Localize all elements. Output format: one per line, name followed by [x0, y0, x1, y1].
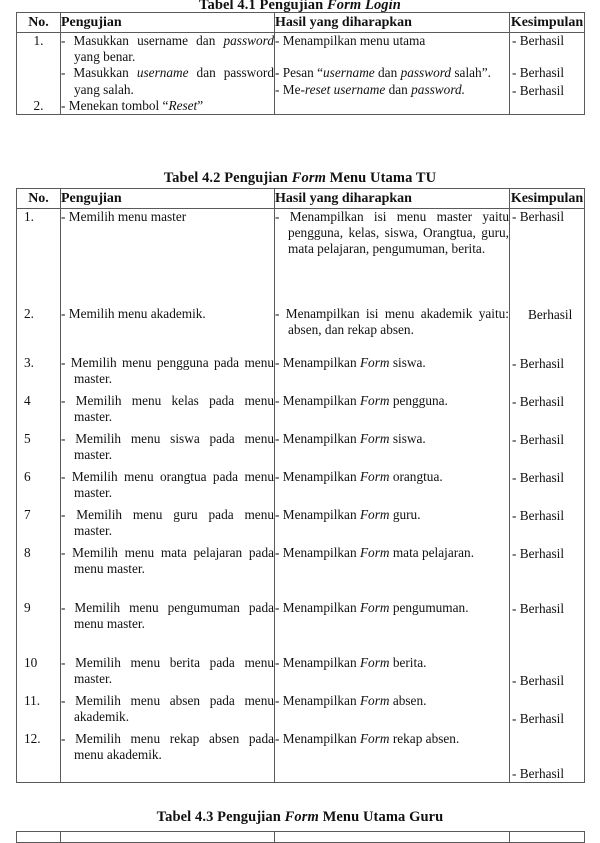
table-4-3	[16, 831, 585, 843]
caption-4-2-prefix: Tabel 4.2 Pengujian	[163, 170, 292, 186]
pengujian-block-8: - Memilih menu mata pelajaran pada menu …	[61, 545, 274, 577]
pengujian-block-11: - Memilih menu absen pada menu akademik.	[61, 693, 274, 725]
caption-4-3-italic: Form	[284, 809, 319, 825]
pengujian-block-6: - Memilih menu orangtua pada menu master…	[61, 469, 274, 501]
caption-4-3-suffix: Menu Utama Guru	[318, 809, 444, 825]
no-block-5: 5	[24, 431, 31, 446]
pengujian-line-2: - Masukkan username dan password yang sa…	[61, 65, 274, 97]
no-block-8: 8	[24, 545, 31, 560]
th-kesimpulan: Kesimpulan	[509, 12, 585, 33]
cell-hasil: - Menampilkan isi menu master yaitu peng…	[274, 207, 510, 784]
kesimpulan-2: - Berhasil	[512, 65, 565, 81]
hasil-block-4: - Menampilkan Form pengguna.	[275, 393, 448, 408]
cell-hasil: - Menampilkan menu utama - Pesan “userna…	[274, 31, 510, 116]
kesimpulan-3: - Berhasil	[512, 82, 565, 98]
hasil-block-10: - Menampilkan Form berita.	[275, 655, 427, 670]
cell-no	[16, 831, 61, 843]
pengujian-block-1: - Memilih menu master	[61, 209, 187, 224]
no-block-12: 12.	[24, 731, 41, 746]
cell-no: 1. 2.	[16, 31, 61, 116]
cell-hasil	[274, 831, 510, 843]
cell-pengujian: - Masukkan username dan password yang be…	[60, 31, 275, 116]
table-row: 1. 2. 3. 4 5 6 7 8 9 10 11. 12. - Memili…	[16, 207, 585, 784]
kesimpulan-block-6: - Berhasil	[512, 470, 565, 485]
th-pengujian: Pengujian	[60, 188, 275, 209]
table-4-1: No. Pengujian Hasil yang diharapkan Kesi…	[16, 12, 585, 116]
cell-kesimpulan: - Berhasil - Berhasil - Berhasil	[509, 31, 585, 116]
hasil-block-12: - Menampilkan Form rekap absen.	[275, 731, 460, 746]
kesimpulan-block-5: - Berhasil	[512, 432, 565, 447]
pengujian-block-9: - Memilih menu pengumuman pada menu mast…	[61, 600, 274, 632]
pengujian-block-7: - Memilih menu guru pada menu master.	[61, 507, 274, 539]
th-hasil: Hasil yang diharapkan	[274, 12, 510, 33]
no-block-3: 3.	[24, 355, 34, 370]
hasil-block-11: - Menampilkan Form absen.	[275, 693, 427, 708]
cell-pengujian: - Memilih menu master - Memilih menu aka…	[60, 207, 275, 784]
cell-pengujian	[60, 831, 275, 843]
cell-kesimpulan	[509, 831, 585, 843]
th-kesimpulan: Kesimpulan	[509, 188, 585, 209]
hasil-line-3: - Me-reset username dan password.	[275, 81, 465, 97]
row-number-2: 2.	[33, 97, 44, 113]
hasil-block-3: - Menampilkan Form siswa.	[275, 355, 426, 370]
caption-4-2-italic: Form	[291, 170, 326, 186]
kesimpulan-block-3: - Berhasil	[512, 356, 565, 371]
table-row	[16, 831, 585, 843]
pengujian-block-10: - Memilih menu berita pada menu master.	[61, 655, 274, 687]
kesimpulan-1: - Berhasil	[512, 33, 565, 48]
no-block-1: 1.	[24, 209, 34, 224]
cell-kesimpulan: - Berhasil Berhasil - Berhasil - Berhasi…	[509, 207, 585, 784]
pengujian-block-5: - Memilih menu siswa pada menu master.	[61, 431, 274, 463]
kesimpulan-block-4: - Berhasil	[512, 394, 565, 409]
th-no: No.	[16, 188, 61, 209]
hasil-block-2: - Menampilkan isi menu akademik yaitu: a…	[275, 306, 509, 338]
pengujian-block-3: - Memilih menu pengguna pada menu master…	[61, 355, 274, 387]
pengujian-block-12: - Memilih menu rekap absen pada menu aka…	[61, 731, 274, 763]
hasil-block-8: - Menampilkan Form mata pelajaran.	[275, 545, 475, 560]
hasil-line-2: - Pesan “username dan password salah”.	[275, 65, 491, 81]
table-4-2-header-row: No. Pengujian Hasil yang diharapkan Kesi…	[16, 188, 585, 209]
no-block-2: 2.	[24, 306, 34, 321]
kesimpulan-block-12: - Berhasil	[512, 766, 565, 781]
pengujian-block-2: - Memilih menu akademik.	[61, 306, 206, 321]
hasil-block-6: - Menampilkan Form orangtua.	[275, 469, 443, 484]
hasil-line-1: - Menampilkan menu utama	[275, 33, 426, 48]
kesimpulan-block-2: Berhasil	[528, 307, 573, 322]
no-block-10: 10	[24, 655, 38, 670]
th-no: No.	[16, 12, 61, 33]
caption-4-3-prefix: Tabel 4.3 Pengujian	[156, 809, 285, 825]
pengujian-block-4: - Memilih menu kelas pada menu master.	[61, 393, 274, 425]
th-pengujian: Pengujian	[60, 12, 275, 33]
hasil-block-7: - Menampilkan Form guru.	[275, 507, 421, 522]
no-block-9: 9	[24, 600, 31, 615]
kesimpulan-block-8: - Berhasil	[512, 546, 565, 561]
table-4-2: No. Pengujian Hasil yang diharapkan Kesi…	[16, 188, 585, 784]
row-number-1: 1.	[33, 33, 44, 48]
cell-no: 1. 2. 3. 4 5 6 7 8 9 10 11. 12.	[16, 207, 61, 784]
hasil-block-5: - Menampilkan Form siswa.	[275, 431, 426, 446]
kesimpulan-block-1: - Berhasil	[512, 209, 565, 224]
hasil-block-1: - Menampilkan isi menu master yaitu peng…	[275, 209, 509, 257]
no-block-11: 11.	[24, 693, 41, 708]
no-block-7: 7	[24, 507, 31, 522]
table-row: 1. 2. - Masukkan username dan password y…	[16, 31, 585, 116]
pengujian-line-1: - Masukkan username dan password yang be…	[61, 33, 274, 65]
document-page: Tabel 4.1 Pengujian Form Login No. Pengu…	[0, 0, 600, 843]
kesimpulan-block-10: - Berhasil	[512, 673, 565, 688]
kesimpulan-block-11: - Berhasil	[512, 711, 565, 726]
kesimpulan-block-9: - Berhasil	[512, 601, 565, 616]
caption-4-2-suffix: Menu Utama TU	[325, 170, 437, 186]
no-block-6: 6	[24, 469, 31, 484]
th-hasil: Hasil yang diharapkan	[274, 188, 510, 209]
hasil-block-9: - Menampilkan Form pengumuman.	[275, 600, 469, 615]
no-block-4: 4	[24, 393, 31, 408]
table-caption-4-3: Tabel 4.3 Pengujian Form Menu Utama Guru	[16, 809, 584, 826]
kesimpulan-block-7: - Berhasil	[512, 508, 565, 523]
table-4-1-header-row: No. Pengujian Hasil yang diharapkan Kesi…	[16, 12, 585, 33]
table-caption-4-2: Tabel 4.2 Pengujian Form Menu Utama TU	[16, 170, 584, 187]
pengujian-line-3: - Menekan tombol “Reset”	[61, 97, 204, 113]
